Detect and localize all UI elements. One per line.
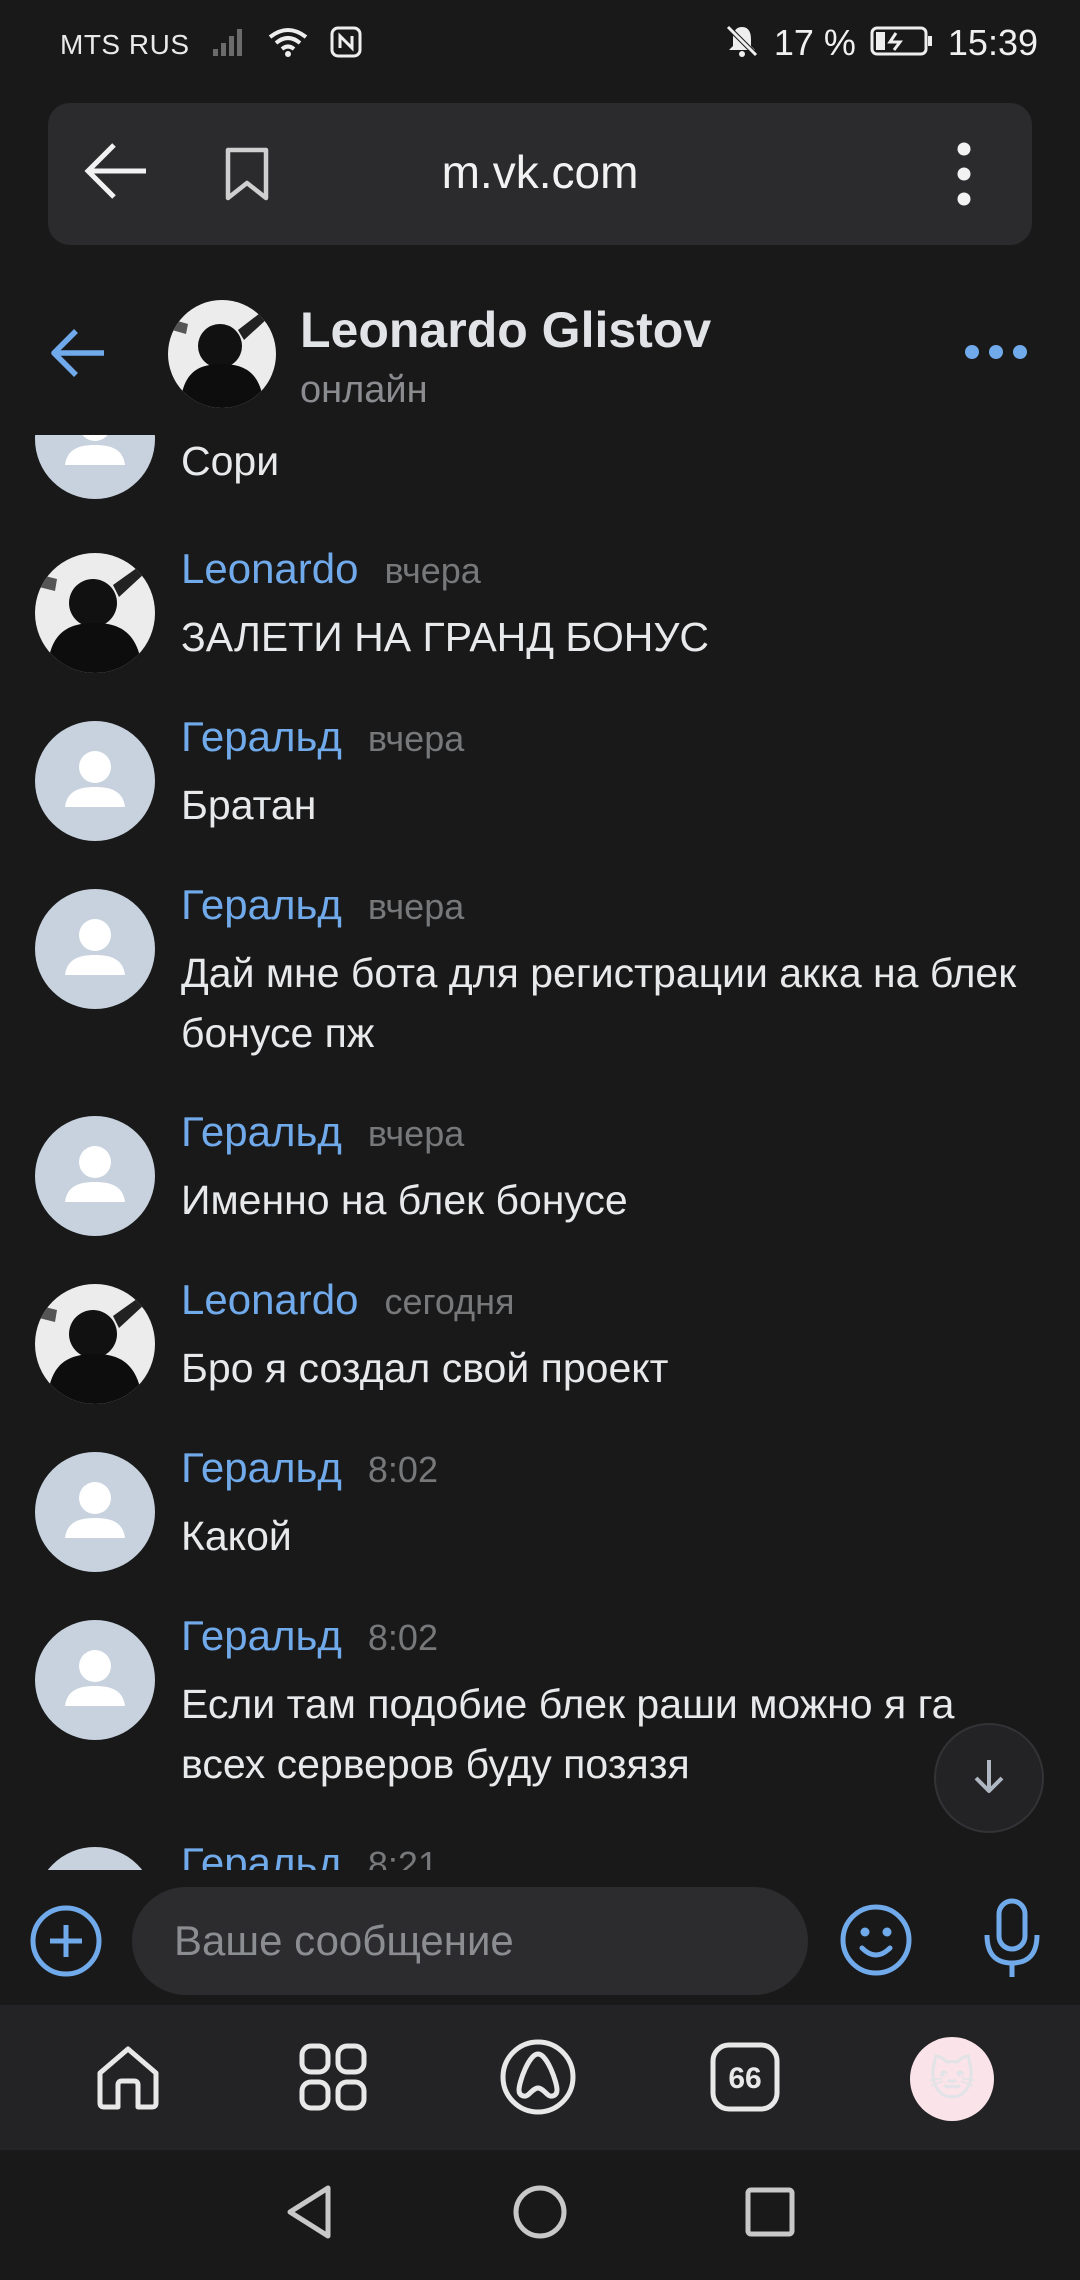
message-text: ЗАЛЕТИ НА ГРАНД БОНУС	[181, 614, 710, 660]
message-author[interactable]: Геральд	[181, 881, 342, 929]
mute-icon	[724, 23, 760, 64]
avatar[interactable]	[35, 435, 155, 499]
message-time: сегодня	[384, 1281, 515, 1322]
battery-percent: 17 %	[773, 22, 856, 63]
avatar[interactable]	[168, 300, 276, 408]
message-text: Какой	[181, 1513, 292, 1559]
scroll-to-bottom-button[interactable]	[934, 1723, 1044, 1833]
emoji-icon[interactable]	[838, 1902, 914, 1983]
alice-icon[interactable]	[498, 2037, 578, 2117]
message-author[interactable]: Геральд	[181, 1444, 342, 1492]
add-attachment-icon[interactable]	[28, 1903, 104, 1984]
message-list[interactable]: Сори Leonardo вчера ЗАЛЕТИ НА ГРАНД БОНУ…	[0, 435, 1080, 1870]
home-icon[interactable]	[88, 2037, 168, 2117]
message-time: вчера	[384, 550, 481, 591]
message-author[interactable]: Leonardo	[181, 545, 359, 593]
more-horiz-icon[interactable]	[964, 343, 1028, 366]
messages-badge: 66	[728, 2062, 761, 2095]
message-text: Бро я создал свой проект	[181, 1345, 669, 1391]
chat-title[interactable]: Leonardo Glistov	[300, 301, 711, 359]
message-author[interactable]: Геральд	[181, 1839, 342, 1870]
message-time: 8:21	[367, 1844, 438, 1870]
nfc-icon	[330, 26, 362, 63]
messages-icon[interactable]: 66	[705, 2037, 785, 2117]
sys-recents-icon[interactable]	[744, 2182, 796, 2247]
message-composer	[0, 1875, 1080, 2005]
services-icon[interactable]	[293, 2037, 373, 2117]
arrow-down-icon	[969, 1756, 1009, 1801]
system-navigation	[0, 2150, 1080, 2280]
cat-face-icon: 🐱	[928, 2053, 976, 2105]
avatar[interactable]	[35, 1452, 155, 1572]
message-text: Дай мне бота для регистрации акка на бле…	[181, 950, 1017, 1056]
bottom-navigation: 66 🐱	[0, 2005, 1080, 2150]
microphone-icon[interactable]	[982, 1897, 1042, 1986]
status-bar: MTS RUS 17 % 15:39	[0, 0, 1080, 95]
chat-header: Leonardo Glistov онлайн	[0, 285, 1080, 425]
signal-icon	[212, 27, 246, 62]
message-author[interactable]: Leonardo	[181, 1276, 359, 1324]
wifi-icon	[268, 27, 308, 62]
avatar[interactable]	[35, 1116, 155, 1236]
message-author[interactable]: Геральд	[181, 713, 342, 761]
url-text[interactable]: m.vk.com	[48, 145, 1032, 199]
clock: 15:39	[947, 22, 1038, 63]
message-time: вчера	[367, 1113, 465, 1154]
avatar[interactable]	[35, 889, 155, 1009]
carrier-name: MTS RUS	[60, 28, 190, 60]
message-input[interactable]	[132, 1887, 808, 1995]
battery-icon	[870, 25, 934, 62]
profile-avatar[interactable]: 🐱	[910, 2037, 994, 2121]
message-text: Если там подобие блек раши можно я га вс…	[181, 1681, 955, 1787]
message-text: Сори	[181, 438, 280, 484]
avatar[interactable]	[35, 721, 155, 841]
message-text: Именно на блек бонусе	[181, 1177, 628, 1223]
more-vert-icon[interactable]	[956, 141, 972, 212]
back-icon[interactable]	[48, 325, 108, 386]
browser-url-bar: m.vk.com	[48, 103, 1032, 245]
online-status: онлайн	[300, 369, 428, 411]
message-text: Братан	[181, 782, 317, 828]
avatar[interactable]	[35, 1847, 155, 1870]
avatar[interactable]	[35, 1620, 155, 1740]
message-time: вчера	[367, 718, 465, 759]
message-time: 8:02	[367, 1617, 438, 1658]
avatar[interactable]	[35, 553, 155, 673]
avatar[interactable]	[35, 1284, 155, 1404]
message-time: вчера	[367, 886, 465, 927]
message-author[interactable]: Геральд	[181, 1612, 342, 1660]
message-author[interactable]: Геральд	[181, 1108, 342, 1156]
sys-back-icon[interactable]	[282, 2182, 336, 2247]
sys-home-icon[interactable]	[512, 2182, 568, 2247]
message-time: 8:02	[367, 1449, 438, 1490]
